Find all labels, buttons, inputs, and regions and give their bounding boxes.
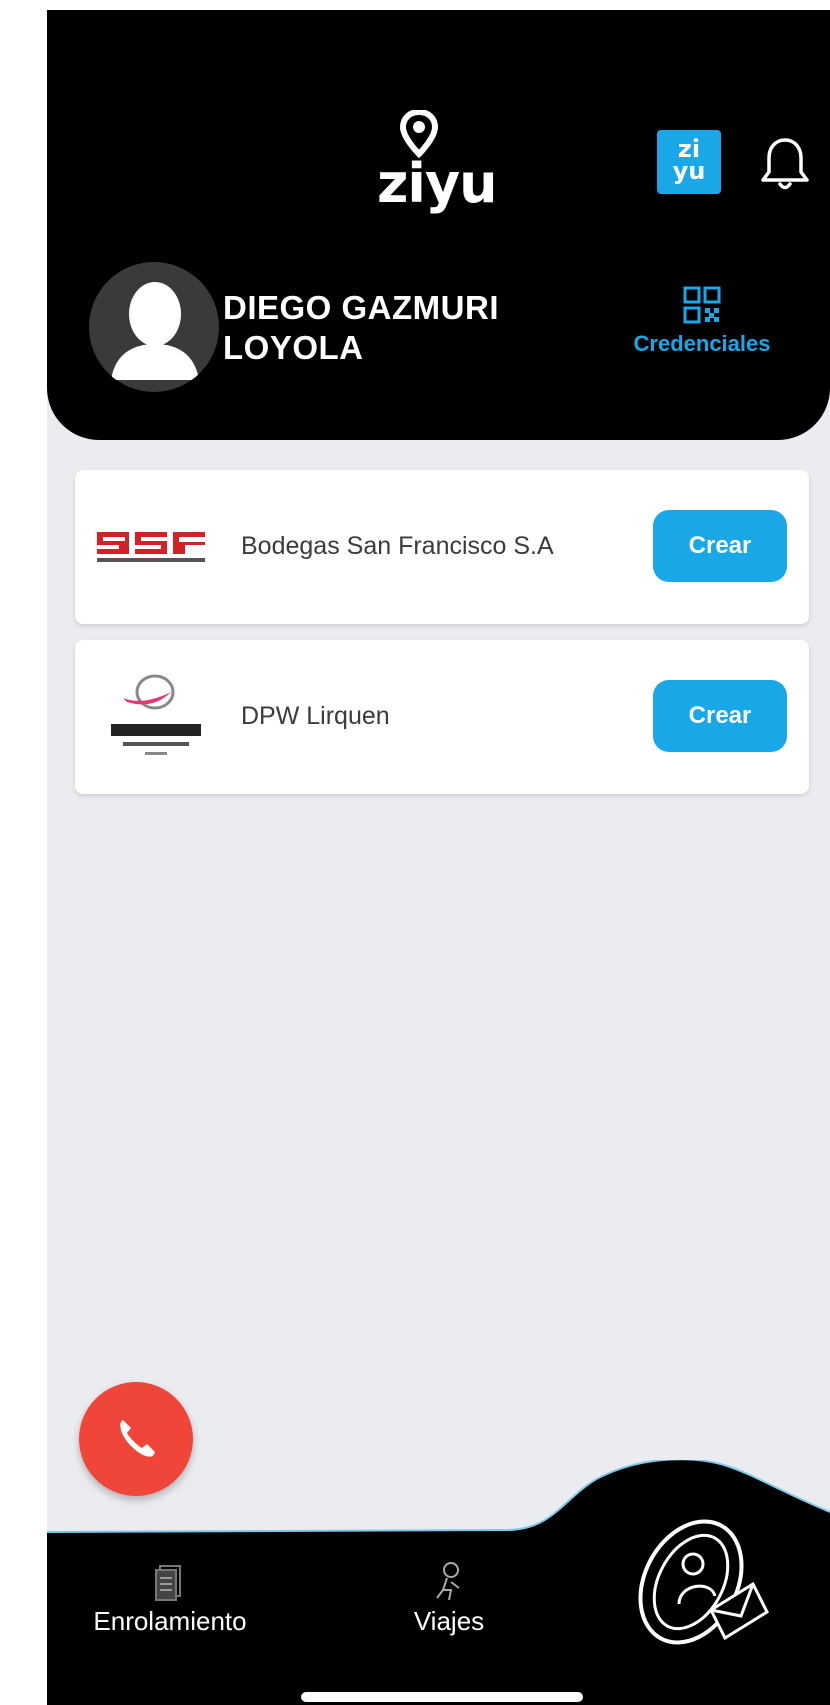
traveler-icon: [436, 1562, 460, 1601]
nav-item-contact[interactable]: [625, 1500, 775, 1667]
profile-header: ziyu zi yu DIEGO GAZMURI LOYOLA Credenci…: [47, 10, 830, 440]
nav-label-viajes: Viajes: [413, 1606, 485, 1636]
bell-icon[interactable]: [757, 134, 813, 194]
bsf-logo: [97, 532, 205, 562]
crear-button[interactable]: Crear: [653, 510, 787, 582]
ziyu-badge-button[interactable]: zi yu: [657, 130, 721, 194]
documents-icon: [155, 1565, 181, 1601]
company-card-dpw: DPW Lirquen Crear: [75, 640, 809, 794]
home-indicator: [301, 1692, 583, 1702]
company-name: DPW Lirquen: [241, 702, 390, 730]
brand-logo: ziyu: [377, 110, 517, 220]
badge-text-bottom: yu: [672, 157, 706, 185]
user-full-name: DIEGO GAZMURI LOYOLA: [223, 289, 499, 366]
nav-item-enrolamiento[interactable]: Enrolamiento: [85, 1564, 255, 1637]
credentials-label: Credenciales: [633, 331, 771, 356]
crear-button[interactable]: Crear: [653, 680, 787, 752]
avatar[interactable]: [89, 262, 219, 392]
nav-label-enrolamiento: Enrolamiento: [93, 1606, 247, 1636]
bottom-nav: Enrolamiento Viajes: [47, 1460, 830, 1705]
credentials-button[interactable]: Credenciales: [617, 286, 787, 357]
qr-code-icon: [683, 286, 721, 324]
dp-world-logo: [111, 674, 201, 755]
user-silhouette-icon: [92, 262, 216, 386]
contact-mail-icon: [638, 1519, 769, 1645]
brand-wordmark: ziyu: [377, 152, 498, 215]
nav-item-viajes[interactable]: Viajes: [399, 1560, 499, 1637]
company-name: Bodegas San Francisco S.A: [241, 532, 554, 560]
app-screen: ziyu zi yu DIEGO GAZMURI LOYOLA Credenci…: [47, 10, 830, 1705]
company-card-bsf: Bodegas San Francisco S.A Crear: [75, 470, 809, 624]
